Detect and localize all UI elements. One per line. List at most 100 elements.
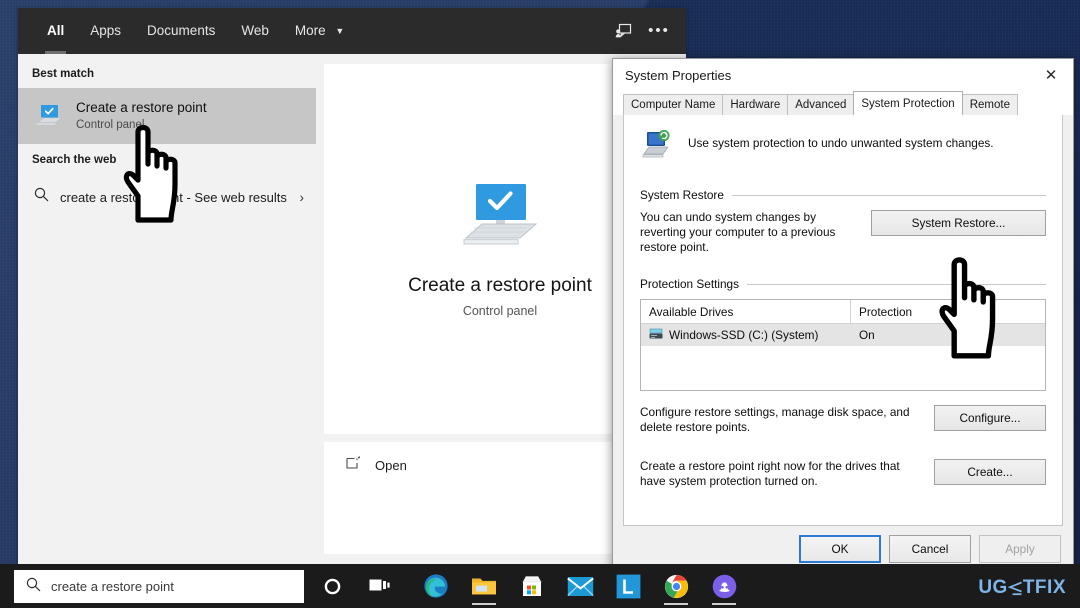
- watermark-part2: TFIX: [1022, 577, 1066, 598]
- dialog-titlebar[interactable]: System Properties ✕: [613, 59, 1073, 91]
- table-row[interactable]: Windows-SSD (C:) (System) On: [641, 324, 1045, 346]
- search-tab-all[interactable]: All: [34, 8, 77, 54]
- search-tab-apps[interactable]: Apps: [77, 8, 134, 54]
- ellipsis-glyph: •••: [648, 22, 670, 39]
- tab-computer-name[interactable]: Computer Name: [623, 94, 724, 115]
- search-the-web-heading: Search the web: [32, 154, 117, 166]
- drive-name-label: Windows-SSD (C:) (System): [669, 328, 819, 342]
- group-divider: [731, 194, 1046, 196]
- create-row: Create a restore point right now for the…: [640, 459, 1046, 489]
- tab-remote[interactable]: Remote: [961, 94, 1018, 115]
- watermark-e-glyph: [1007, 581, 1022, 595]
- system-restore-group-label: System Restore: [640, 188, 724, 202]
- system-protection-panel: Use system protection to undo unwanted s…: [623, 115, 1063, 526]
- app-l-icon[interactable]: [608, 564, 648, 608]
- open-external-icon: [346, 456, 362, 475]
- cortana-circle-icon[interactable]: [312, 564, 352, 608]
- taskbar: create a restore point: [0, 564, 1080, 608]
- available-drives-table[interactable]: Available Drives Protection Windows-SSD …: [640, 299, 1046, 391]
- hard-drive-icon: [649, 328, 663, 343]
- file-explorer-icon[interactable]: [464, 564, 504, 608]
- search-body: Best match Create a restore point Contro…: [18, 54, 686, 564]
- microsoft-store-icon[interactable]: [512, 564, 552, 608]
- web-suggestion-label: create a restore point - See web results: [60, 189, 287, 205]
- search-tab-more[interactable]: More ▼: [282, 8, 357, 54]
- search-result-subtitle: Control panel: [76, 119, 145, 131]
- search-tab-more-label: More: [294, 23, 326, 38]
- feedback-icon[interactable]: [608, 16, 638, 46]
- search-tab-all-label: All: [47, 23, 65, 38]
- ugetfix-watermark: UG TFIX: [978, 577, 1066, 599]
- create-button[interactable]: Create...: [934, 459, 1046, 485]
- preview-subtitle: Control panel: [462, 304, 538, 318]
- system-restore-row: You can undo system changes by reverting…: [640, 210, 1046, 255]
- search-tab-web[interactable]: Web: [228, 8, 282, 54]
- search-filter-bar: All Apps Documents Web More ▼ •••: [18, 8, 686, 54]
- search-tab-apps-label: Apps: [90, 23, 122, 38]
- web-suggestion-row[interactable]: create a restore point - See web results…: [18, 174, 316, 220]
- search-result-text: Create a restore point Control panel: [66, 99, 207, 133]
- drive-name-cell: Windows-SSD (C:) (System): [641, 328, 851, 343]
- restore-point-icon: [456, 180, 544, 259]
- search-icon: [26, 577, 41, 597]
- drives-table-header: Available Drives Protection: [641, 299, 1045, 324]
- tab-system-protection-label: System Protection: [861, 98, 955, 110]
- preview-title: Create a restore point: [408, 275, 592, 296]
- system-restore-description: You can undo system changes by reverting…: [640, 210, 836, 254]
- more-options-icon[interactable]: •••: [644, 16, 674, 46]
- best-match-heading: Best match: [32, 68, 94, 80]
- taskbar-search-value: create a restore point: [51, 579, 174, 594]
- restore-point-icon: [32, 103, 66, 129]
- desktop-background: All Apps Documents Web More ▼ ••• Best m…: [0, 0, 1080, 608]
- column-header-protection[interactable]: Protection: [851, 300, 1045, 324]
- task-view-icon[interactable]: [360, 564, 400, 608]
- search-results-column: Best match Create a restore point Contro…: [18, 54, 316, 564]
- tab-advanced-label: Advanced: [795, 99, 847, 111]
- dialog-title: System Properties: [625, 67, 732, 83]
- taskbar-icons: [312, 564, 744, 608]
- configure-row: Configure restore settings, manage disk …: [640, 405, 1046, 435]
- dialog-tabstrip: Computer Name Hardware Advanced System P…: [613, 91, 1073, 115]
- search-tab-web-label: Web: [241, 23, 269, 38]
- system-restore-group-header: System Restore: [640, 188, 1046, 202]
- tab-hardware-label: Hardware: [730, 99, 781, 111]
- chrome-icon[interactable]: [656, 564, 696, 608]
- system-restore-button[interactable]: System Restore...: [871, 210, 1046, 236]
- chevron-down-icon: ▼: [335, 26, 345, 36]
- chevron-right-icon: ›: [299, 189, 304, 205]
- discord-icon[interactable]: [704, 564, 744, 608]
- open-action-label: Open: [375, 458, 407, 473]
- tab-computer-name-label: Computer Name: [631, 99, 716, 111]
- search-result-title: Create a restore point: [76, 100, 207, 115]
- system-properties-dialog: System Properties ✕ Computer Name Hardwa…: [612, 58, 1074, 573]
- edge-icon[interactable]: [416, 564, 456, 608]
- ok-button[interactable]: OK: [799, 535, 881, 563]
- windows-search-flyout: All Apps Documents Web More ▼ ••• Best m…: [18, 8, 686, 564]
- protection-settings-group-header: Protection Settings: [640, 277, 1046, 291]
- search-result-create-restore-point[interactable]: Create a restore point Control panel: [18, 88, 316, 144]
- protection-settings-group-label: Protection Settings: [640, 277, 740, 291]
- tab-system-protection[interactable]: System Protection: [853, 91, 963, 115]
- drive-protection-cell: On: [859, 328, 875, 342]
- intro-text: Use system protection to undo unwanted s…: [688, 136, 994, 150]
- intro-block: Use system protection to undo unwanted s…: [640, 129, 1046, 166]
- search-tab-documents-label: Documents: [147, 23, 216, 38]
- mail-icon[interactable]: [560, 564, 600, 608]
- create-description: Create a restore point right now for the…: [640, 459, 900, 488]
- tab-remote-label: Remote: [969, 99, 1010, 111]
- cancel-button[interactable]: Cancel: [889, 535, 971, 563]
- taskbar-search-input[interactable]: create a restore point: [14, 570, 304, 603]
- system-protection-icon: [640, 129, 674, 166]
- configure-button[interactable]: Configure...: [934, 405, 1046, 431]
- apply-button: Apply: [979, 535, 1061, 563]
- search-icon: [34, 187, 60, 207]
- group-divider: [747, 283, 1046, 285]
- watermark-part1: UG: [978, 577, 1008, 598]
- search-tab-documents[interactable]: Documents: [134, 8, 228, 54]
- column-header-available-drives[interactable]: Available Drives: [641, 299, 851, 324]
- configure-description: Configure restore settings, manage disk …: [640, 405, 910, 434]
- close-icon[interactable]: ✕: [1029, 59, 1073, 91]
- tab-hardware[interactable]: Hardware: [722, 94, 789, 115]
- search-header-actions: •••: [608, 8, 674, 54]
- tab-advanced[interactable]: Advanced: [787, 94, 855, 115]
